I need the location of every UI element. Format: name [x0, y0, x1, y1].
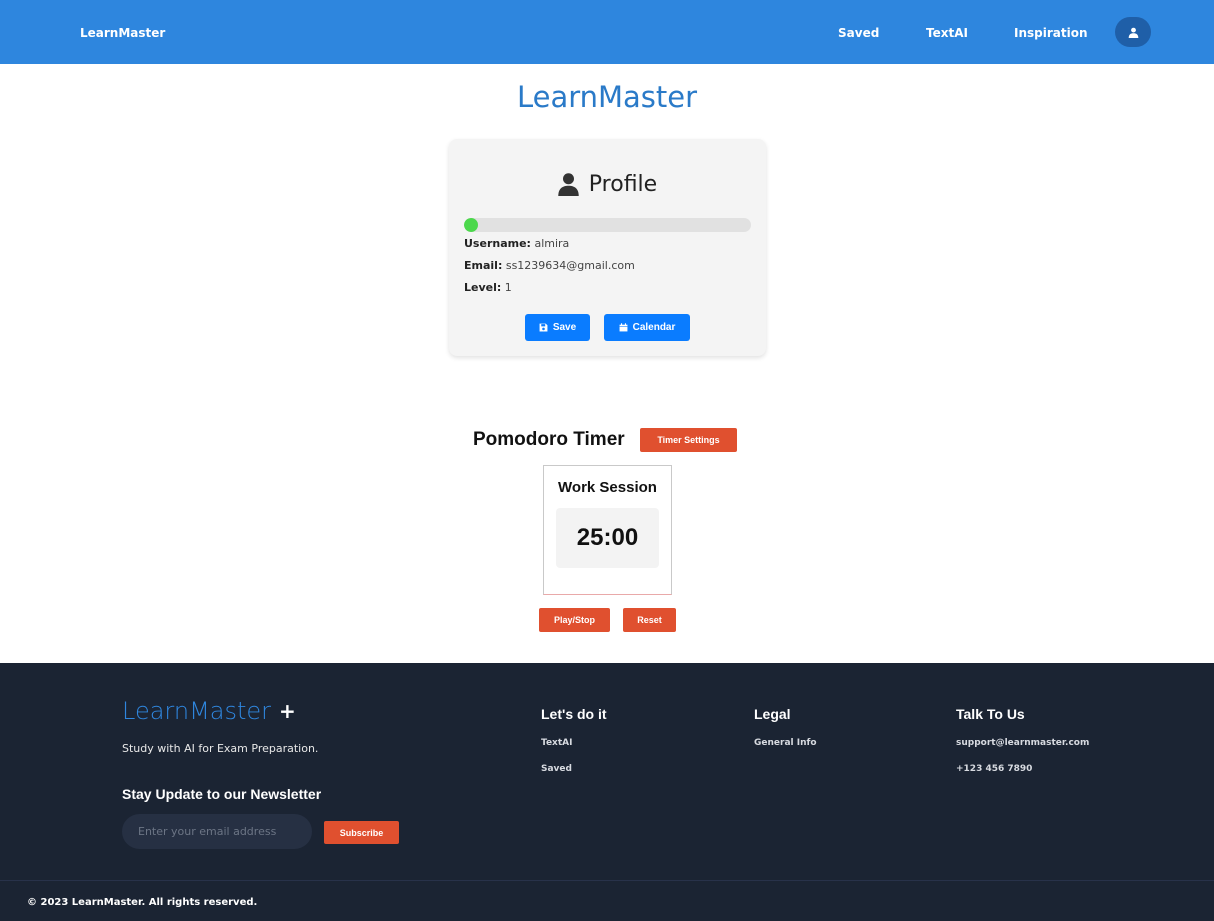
- email-row: Email: ss1239634@gmail.com: [464, 259, 635, 272]
- subscribe-button[interactable]: Subscribe: [324, 821, 399, 844]
- nav-link-textai[interactable]: TextAI: [926, 26, 968, 40]
- page-title: LearnMaster: [516, 80, 698, 114]
- session-label: Work Session: [558, 479, 657, 496]
- email-value: ss1239634@gmail.com: [505, 259, 635, 272]
- footer-col-title-legal: Legal: [754, 706, 791, 722]
- footer-logo-plus: +: [279, 699, 296, 723]
- username-label: Username:: [464, 237, 531, 250]
- save-label: Save: [552, 322, 577, 333]
- profile-title: Profile: [588, 172, 658, 197]
- level-row: Level: 1: [464, 281, 512, 294]
- user-avatar-button[interactable]: [1115, 17, 1151, 47]
- footer-logo: LearnMaster +: [122, 697, 296, 725]
- calendar-icon: [619, 323, 628, 332]
- footer-logo-text: LearnMaster: [122, 697, 272, 725]
- pomodoro-title: Pomodoro Timer: [473, 429, 625, 450]
- timer-settings-button[interactable]: Timer Settings: [640, 428, 737, 452]
- footer-link-saved[interactable]: Saved: [541, 764, 572, 774]
- nav-link-inspiration[interactable]: Inspiration: [1014, 26, 1088, 40]
- reset-button[interactable]: Reset: [623, 608, 676, 632]
- newsletter-email-input[interactable]: [122, 814, 312, 849]
- level-progress-bar: [464, 218, 751, 232]
- footer-link-general-info[interactable]: General Info: [754, 738, 817, 748]
- save-button[interactable]: Save: [525, 314, 590, 341]
- email-label: Email:: [464, 259, 503, 272]
- username-row: Username: almira: [464, 237, 569, 250]
- footer-divider: [0, 880, 1214, 881]
- footer-tagline: Study with AI for Exam Preparation.: [122, 742, 319, 755]
- footer-col-title-lets-do-it: Let's do it: [541, 706, 607, 722]
- level-progress-fill: [464, 218, 479, 232]
- level-label: Level:: [464, 281, 502, 294]
- copyright-text: © 2023 LearnMaster. All rights reserved.: [27, 897, 258, 908]
- footer-col-title-talk-to-us: Talk To Us: [956, 706, 1025, 722]
- username-value: almira: [534, 237, 570, 250]
- timer-display: 25:00: [556, 508, 659, 568]
- user-icon: [1128, 27, 1138, 38]
- calendar-label: Calendar: [632, 322, 676, 333]
- calendar-button[interactable]: Calendar: [604, 314, 690, 341]
- nav-link-saved[interactable]: Saved: [838, 26, 879, 40]
- top-navbar: LearnMaster Saved TextAI Inspiration: [0, 0, 1214, 64]
- newsletter-title: Stay Update to our Newsletter: [122, 786, 322, 802]
- profile-heading: Profile: [449, 172, 766, 197]
- level-value: 1: [504, 281, 512, 294]
- footer-link-support-email[interactable]: support@learnmaster.com: [956, 738, 1089, 748]
- user-icon: [558, 173, 579, 196]
- play-stop-button[interactable]: Play/Stop: [539, 608, 610, 632]
- footer-link-phone[interactable]: +123 456 7890: [956, 764, 1032, 774]
- footer-link-textai[interactable]: TextAI: [541, 738, 572, 748]
- floppy-disk-icon: [539, 323, 548, 332]
- nav-brand[interactable]: LearnMaster: [80, 26, 165, 40]
